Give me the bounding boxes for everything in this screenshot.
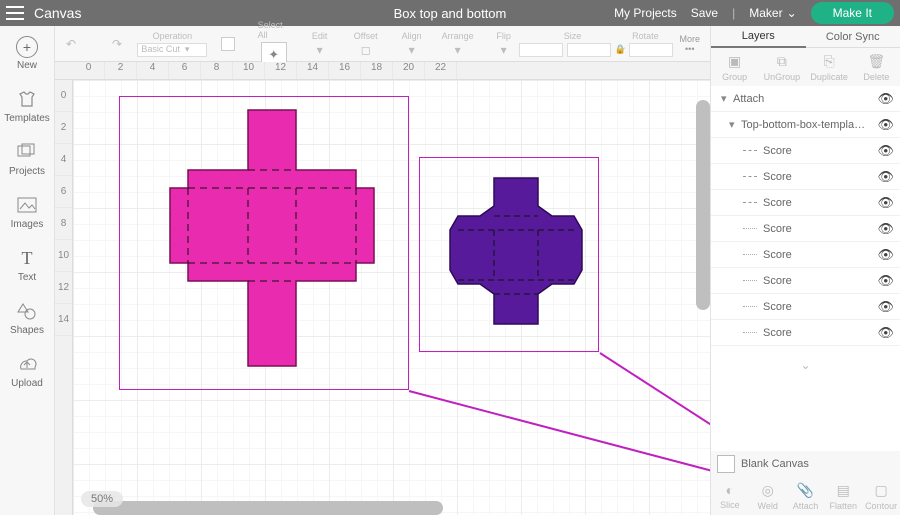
rotate-icon: ⟳ (618, 44, 626, 55)
main-menu-button[interactable] (6, 6, 24, 20)
rail-templates[interactable]: Templates (4, 83, 50, 128)
canvas[interactable]: 50% (73, 80, 710, 515)
zoom-level[interactable]: 50% (81, 491, 123, 507)
rail-shapes[interactable]: Shapes (10, 295, 44, 340)
ruler-vertical: 02468101214 (55, 80, 73, 515)
redo-button[interactable]: ↷ (101, 37, 133, 51)
layer-list: ▾ Attach 👁 ▾ Top-bottom-box-templa… 👁 Sc… (711, 86, 900, 451)
upload-icon (15, 352, 39, 376)
weld-icon: ◎ (762, 482, 774, 499)
selectall-icon: ✦ (268, 47, 279, 63)
tab-colorsync[interactable]: Color Sync (806, 26, 900, 48)
selectall-button[interactable]: Select All ✦ (258, 20, 290, 68)
attach-icon: 📎 (797, 482, 814, 499)
visibility-toggle[interactable]: 👁 (877, 169, 894, 185)
operation-group: Operation Basic Cut ▾ (147, 31, 198, 57)
ungroup-button[interactable]: ⧉UnGroup (758, 48, 805, 86)
layer-score[interactable]: Score👁 (711, 294, 900, 320)
duplicate-button[interactable]: ⎘Duplicate (806, 48, 853, 86)
visibility-toggle[interactable]: 👁 (877, 143, 894, 159)
rail-new[interactable]: +New (16, 32, 38, 75)
rail-projects[interactable]: Projects (9, 136, 45, 181)
text-icon: T (15, 246, 39, 270)
chevron-down-icon[interactable]: ⌄ (711, 358, 900, 372)
group-button[interactable]: ▣Group (711, 48, 758, 86)
tab-layers[interactable]: Layers (711, 26, 806, 48)
size-panel[interactable]: Size🔒 (534, 31, 612, 57)
layer-attach-group[interactable]: ▾ Attach 👁 (711, 86, 900, 112)
group-icon: ▣ (728, 53, 741, 70)
layer-score[interactable]: Score👁 (711, 190, 900, 216)
canvas-scrollbar-horizontal[interactable] (93, 501, 443, 515)
gallery-icon (15, 140, 39, 164)
visibility-toggle[interactable]: 👁 (877, 221, 894, 237)
my-projects-link[interactable]: My Projects (614, 6, 677, 20)
right-panel: Layers Color Sync ▣Group ⧉UnGroup ⎘Dupli… (710, 26, 900, 515)
image-icon (15, 193, 39, 217)
plus-icon: + (16, 36, 38, 58)
visibility-toggle[interactable]: 👁 (877, 299, 894, 315)
duplicate-icon: ⎘ (824, 53, 835, 70)
slice-button[interactable]: ◐Slice (711, 477, 749, 515)
ungroup-icon: ⧉ (777, 53, 787, 70)
rail-images[interactable]: Images (11, 189, 44, 234)
flatten-icon: ▤ (837, 482, 850, 499)
visibility-toggle[interactable]: 👁 (877, 247, 894, 263)
layer-score[interactable]: Score👁 (711, 268, 900, 294)
visibility-toggle[interactable]: 👁 (877, 91, 894, 107)
offset-button[interactable]: Offset◻ (350, 31, 382, 57)
slice-icon: ◐ (726, 482, 734, 498)
make-it-button[interactable]: Make It (811, 2, 894, 24)
arrange-menu[interactable]: Arrange▾ (442, 31, 474, 57)
workspace: 0246810121416182022 02468101214 (55, 62, 710, 515)
app-name: Canvas (34, 5, 81, 21)
contour-icon: ▢ (874, 482, 887, 499)
attach-button[interactable]: 📎Attach (787, 477, 825, 515)
shapes-icon (15, 299, 39, 323)
layer-score[interactable]: Score👁 (711, 320, 900, 346)
material-swatch[interactable] (212, 37, 244, 51)
align-menu[interactable]: Align▾ (396, 31, 428, 57)
rail-upload[interactable]: Upload (11, 348, 43, 393)
more-menu[interactable]: More••• (679, 34, 700, 54)
tshirt-icon (15, 87, 39, 111)
undo-button[interactable]: ↶ (55, 37, 87, 51)
contour-button[interactable]: ▢Contour (862, 477, 900, 515)
rotate-panel[interactable]: Rotate⟳ (625, 31, 665, 57)
trash-icon: 🗑 (867, 53, 885, 70)
layer-score[interactable]: Score👁 (711, 138, 900, 164)
weld-button[interactable]: ◎Weld (749, 477, 787, 515)
caret-down-icon[interactable]: ▾ (721, 92, 733, 105)
save-link[interactable]: Save (691, 6, 718, 20)
operation-select[interactable]: Basic Cut ▾ (137, 43, 207, 57)
rail-text[interactable]: TText (15, 242, 39, 287)
layer-group-template[interactable]: ▾ Top-bottom-box-templa… 👁 (711, 112, 900, 138)
flatten-button[interactable]: ▤Flatten (824, 477, 862, 515)
visibility-toggle[interactable]: 👁 (877, 325, 894, 341)
delete-button[interactable]: 🗑Delete (853, 48, 900, 86)
canvas-scrollbar-vertical[interactable] (696, 100, 710, 310)
blank-canvas-row[interactable]: Blank Canvas (711, 451, 900, 477)
operation-label: Operation (153, 31, 193, 41)
edit-menu[interactable]: Edit▾ (304, 31, 336, 57)
layer-score[interactable]: Score👁 (711, 216, 900, 242)
machine-select[interactable]: Maker ⌄ (749, 6, 796, 20)
machine-name: Maker (749, 6, 782, 20)
divider: | (732, 6, 735, 20)
ruler-horizontal: 0246810121416182022 (55, 62, 710, 80)
project-title[interactable]: Box top and bottom (394, 6, 507, 21)
left-rail: +New Templates Projects Images TText Sha… (0, 26, 55, 515)
canvas-swatch (717, 455, 735, 473)
chevron-down-icon: ⌄ (787, 6, 797, 20)
visibility-toggle[interactable]: 👁 (877, 117, 894, 133)
caret-down-icon[interactable]: ▾ (729, 118, 741, 131)
layer-score[interactable]: Score👁 (711, 164, 900, 190)
flip-menu[interactable]: Flip▾ (488, 31, 520, 57)
visibility-toggle[interactable]: 👁 (877, 195, 894, 211)
layer-score[interactable]: Score👁 (711, 242, 900, 268)
visibility-toggle[interactable]: 👁 (877, 273, 894, 289)
